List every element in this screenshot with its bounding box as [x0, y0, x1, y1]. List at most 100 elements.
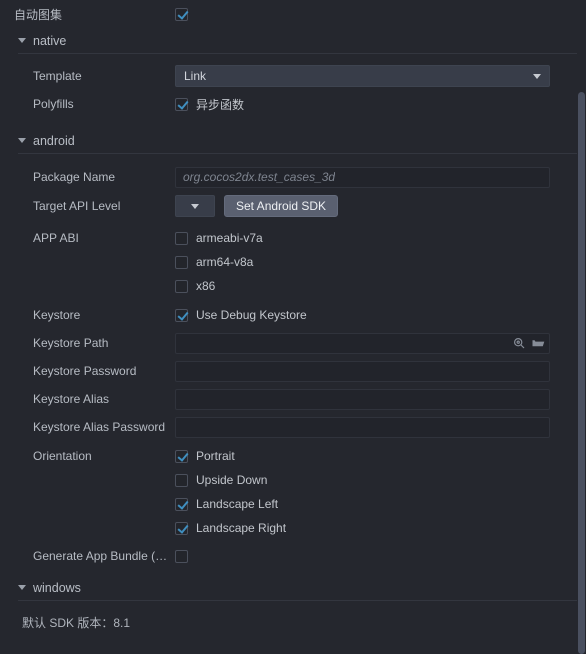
app-abi-x86-group[interactable]: x86: [175, 279, 215, 293]
auto-atlas-row: 自动图集: [0, 0, 586, 28]
keystore-alias-password-input[interactable]: [175, 416, 550, 438]
app-bundle-label: Generate App Bundle (Go…: [33, 549, 175, 563]
vertical-scrollbar-thumb[interactable]: [578, 92, 585, 654]
polyfills-async-functions-label: 异步函数: [196, 97, 245, 112]
orientation-landscape-left-group[interactable]: Landscape Left: [175, 497, 278, 511]
keystore-path-row: Keystore Path: [0, 329, 586, 357]
polyfills-label: Polyfills: [33, 97, 74, 111]
polyfills-field: 异步函数: [175, 96, 572, 113]
target-api-level-select[interactable]: [175, 195, 215, 217]
polyfills-row: Polyfills 异步函数: [0, 90, 586, 118]
keystore-alias-field: [175, 388, 572, 410]
keystore-field: Use Debug Keystore: [175, 308, 572, 322]
orientation-portrait-checkbox[interactable]: [175, 449, 188, 463]
app-abi-armeabi-v7a-group[interactable]: armeabi-v7a: [175, 231, 263, 245]
app-bundle-row: Generate App Bundle (Go…: [0, 543, 586, 569]
search-icon[interactable]: [512, 337, 525, 350]
app-abi-arm64-v8a-group[interactable]: arm64-v8a: [175, 255, 253, 269]
chevron-down-icon: [18, 138, 26, 143]
orientation-landscape-right-group[interactable]: Landscape Right: [175, 521, 286, 535]
chevron-down-icon: [18, 585, 26, 590]
orientation-label: Orientation: [33, 449, 92, 463]
chevron-down-icon: [18, 38, 26, 43]
section-native-header[interactable]: native: [18, 28, 586, 53]
section-android-header[interactable]: android: [18, 128, 586, 153]
app-bundle-field: [175, 549, 572, 563]
template-row: Template Link: [0, 62, 586, 90]
app-abi-arm64-v8a-checkbox[interactable]: [175, 255, 188, 269]
keystore-path-field: [175, 332, 572, 354]
target-api-level-label: Target API Level: [33, 199, 121, 213]
auto-atlas-field: [175, 7, 572, 21]
target-api-level-field: Set Android SDK: [175, 195, 572, 217]
app-abi-x86-checkbox[interactable]: [175, 279, 188, 293]
app-abi-option-1: arm64-v8a: [175, 255, 572, 269]
template-select[interactable]: Link: [175, 65, 550, 87]
keystore-path-icons: [512, 333, 545, 354]
keystore-path-input-wrap: [175, 332, 550, 354]
app-abi-label: APP ABI: [33, 231, 79, 245]
keystore-path-label: Keystore Path: [33, 336, 109, 350]
chevron-down-icon: [533, 73, 541, 79]
app-abi-row-2: x86: [0, 274, 586, 298]
keystore-label: Keystore: [33, 308, 81, 322]
section-windows: windows: [0, 575, 586, 601]
app-abi-option-0: armeabi-v7a: [175, 231, 572, 245]
app-abi-option-2: x86: [175, 279, 572, 293]
orientation-row: Orientation Portrait: [0, 444, 586, 468]
polyfills-async-functions-group[interactable]: 异步函数: [175, 96, 244, 113]
package-name-label: Package Name: [33, 170, 116, 184]
app-abi-armeabi-v7a-label: armeabi-v7a: [196, 231, 263, 245]
orientation-option-2: Landscape Left: [175, 497, 572, 511]
use-debug-keystore-checkbox[interactable]: [175, 308, 188, 322]
section-native-title: native: [33, 33, 67, 48]
package-name-input[interactable]: org.cocos2dx.test_cases_3d: [175, 166, 550, 188]
orientation-option-0: Portrait: [175, 449, 572, 463]
folder-icon[interactable]: [532, 337, 545, 350]
set-android-sdk-button[interactable]: Set Android SDK: [224, 195, 339, 217]
orientation-option-3: Landscape Right: [175, 521, 572, 535]
orientation-option-1: Upside Down: [175, 473, 572, 487]
package-name-row: Package Name org.cocos2dx.test_cases_3d: [0, 163, 586, 191]
orientation-portrait-group[interactable]: Portrait: [175, 449, 235, 463]
keystore-alias-row: Keystore Alias: [0, 385, 586, 413]
section-android-title: android: [33, 133, 75, 148]
keystore-alias-password-label: Keystore Alias Password: [33, 420, 166, 434]
orientation-landscape-right-label: Landscape Right: [196, 521, 287, 535]
orientation-portrait-label: Portrait: [196, 449, 235, 463]
section-windows-title: windows: [33, 580, 81, 595]
keystore-alias-password-field: [175, 416, 572, 438]
orientation-row-1: Upside Down: [0, 468, 586, 492]
windows-sdk-version-note: 默认 SDK 版本：8.1: [22, 615, 131, 630]
section-native: native: [0, 28, 586, 54]
orientation-landscape-right-checkbox[interactable]: [175, 521, 188, 535]
package-name-placeholder: org.cocos2dx.test_cases_3d: [183, 170, 336, 184]
app-abi-row: APP ABI armeabi-v7a: [0, 226, 586, 250]
app-abi-x86-label: x86: [196, 279, 216, 293]
template-select-value: Link: [184, 69, 207, 83]
app-bundle-checkbox[interactable]: [175, 549, 188, 563]
keystore-alias-input[interactable]: [175, 388, 550, 410]
keystore-row: Keystore Use Debug Keystore: [0, 301, 586, 329]
polyfills-async-functions-checkbox[interactable]: [175, 97, 188, 111]
auto-atlas-checkbox[interactable]: [175, 7, 188, 21]
keystore-path-input[interactable]: [175, 332, 550, 354]
build-settings-panel: 自动图集 native Template Link Polyfills 异步函数: [0, 0, 586, 654]
orientation-upside-down-checkbox[interactable]: [175, 473, 188, 487]
vertical-scrollbar-track[interactable]: [577, 0, 586, 654]
template-label: Template: [33, 69, 82, 83]
keystore-password-input[interactable]: [175, 360, 550, 382]
app-abi-row-1: arm64-v8a: [0, 250, 586, 274]
orientation-landscape-left-checkbox[interactable]: [175, 497, 188, 511]
orientation-landscape-left-label: Landscape Left: [196, 497, 279, 511]
orientation-upside-down-group[interactable]: Upside Down: [175, 473, 267, 487]
app-abi-armeabi-v7a-checkbox[interactable]: [175, 231, 188, 245]
section-windows-header[interactable]: windows: [18, 575, 586, 600]
use-debug-keystore-group[interactable]: Use Debug Keystore: [175, 308, 307, 322]
auto-atlas-label: 自动图集: [14, 7, 63, 22]
target-api-level-row: Target API Level Set Android SDK: [0, 191, 586, 221]
keystore-password-row: Keystore Password: [0, 357, 586, 385]
section-android: android: [0, 128, 586, 154]
orientation-row-2: Landscape Left: [0, 492, 586, 516]
keystore-password-field: [175, 360, 572, 382]
